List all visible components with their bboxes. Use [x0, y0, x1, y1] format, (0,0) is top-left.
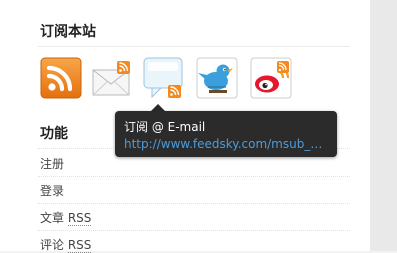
tooltip-title: 订阅 @ E-mail [124, 120, 206, 134]
section-divider [38, 46, 350, 47]
rss-feed-icon[interactable] [40, 57, 82, 99]
email-subscribe-icon[interactable] [91, 57, 133, 99]
subscribe-section-title: 订阅本站 [40, 24, 96, 40]
posts-rss-label: 文章 [40, 211, 65, 225]
tooltip: 订阅 @ E-mail http://www.feedsky.com/msub_… [115, 111, 337, 157]
twitter-bird-icon[interactable] [196, 57, 238, 99]
comments-rss-label: 评论 [40, 238, 65, 252]
tooltip-arrow [151, 104, 165, 111]
functions-section-title: 功能 [40, 126, 68, 142]
right-gutter [370, 0, 397, 251]
chat-bubble-rss-icon[interactable] [142, 57, 184, 99]
weibo-icon[interactable] [250, 57, 292, 99]
row-divider [38, 176, 350, 178]
tooltip-url: http://www.feedsky.com/msub_wr... [124, 137, 329, 151]
posts-rss-suffix: RSS [67, 211, 92, 226]
row-divider [38, 203, 350, 205]
register-link[interactable]: 注册 [40, 156, 64, 172]
login-link[interactable]: 登录 [40, 183, 64, 199]
posts-rss-link[interactable]: 文章 RSS [40, 210, 92, 226]
row-divider [38, 230, 350, 232]
